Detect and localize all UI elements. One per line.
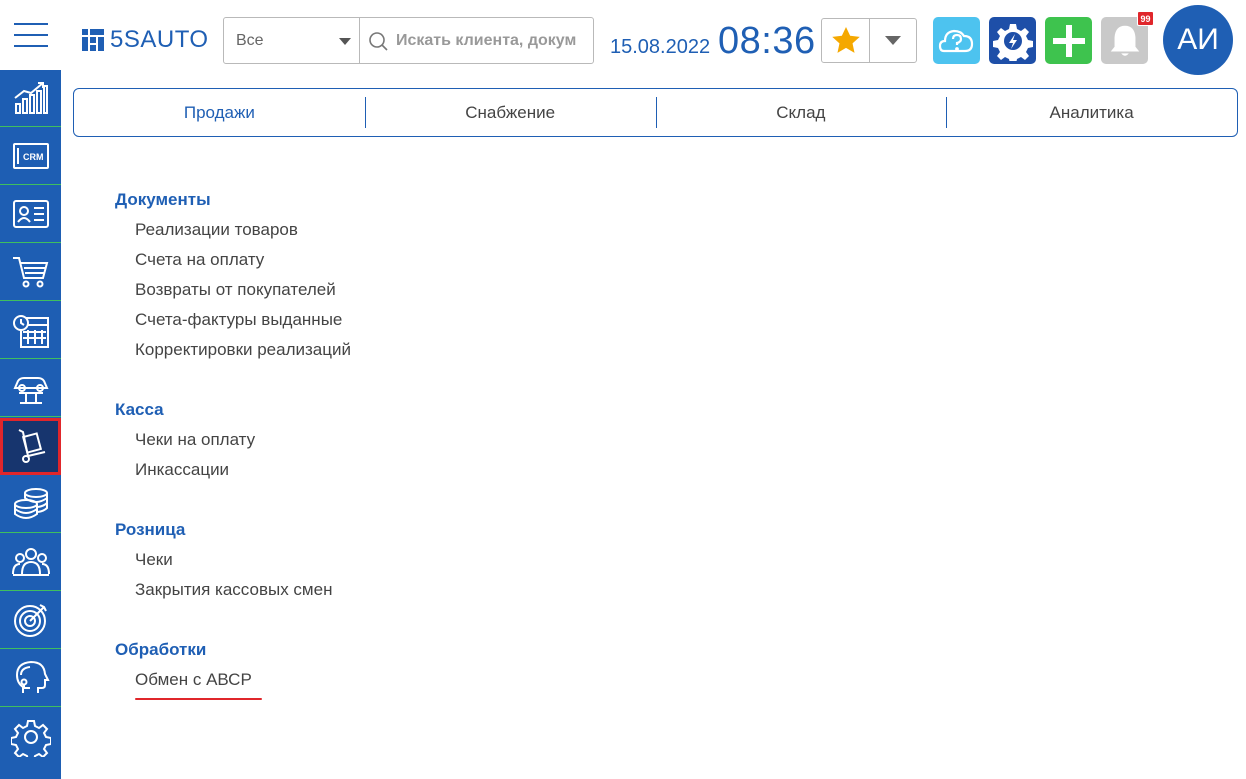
search-input[interactable] — [396, 31, 576, 50]
link-issued-invoices[interactable]: Счета-фактуры выданные — [115, 309, 715, 339]
hamburger-line — [13, 23, 48, 25]
current-date: 15.08.2022 — [610, 36, 711, 58]
sidebar-item-settings[interactable] — [0, 708, 61, 765]
tab-analytics[interactable]: Аналитика — [946, 89, 1237, 136]
settings-bolt-icon — [992, 23, 1033, 61]
section-processing: Обработки Обмен с АВСР — [115, 639, 715, 699]
sidebar-nav: CRM — [0, 70, 61, 779]
section-retail: Розница Чеки Закрытия кассовых смен — [115, 519, 715, 609]
tab-supply[interactable]: Снабжение — [364, 89, 656, 136]
current-time: 08:36 — [718, 20, 816, 62]
sidebar-item-staff[interactable] — [0, 534, 61, 591]
tab-sales[interactable]: Продажи — [74, 89, 365, 136]
search-icon — [369, 31, 388, 51]
link-payment-bills[interactable]: Счета на оплату — [115, 249, 715, 279]
shopping-cart-icon — [12, 257, 48, 288]
highlight-underline — [135, 698, 262, 700]
link-payment-receipts[interactable]: Чеки на оплату — [115, 429, 715, 459]
head-support-icon — [15, 660, 50, 693]
sidebar-item-crm[interactable]: CRM — [0, 128, 61, 185]
tab-warehouse[interactable]: Склад — [655, 89, 947, 136]
link-receipts[interactable]: Чеки — [115, 549, 715, 579]
hamburger-line — [13, 45, 48, 47]
sidebar-item-sales[interactable] — [0, 418, 61, 475]
svg-text:CRM: CRM — [23, 152, 44, 162]
search-field[interactable] — [360, 18, 593, 63]
user-avatar[interactable]: АИ — [1163, 5, 1233, 75]
link-cash-collections[interactable]: Инкассации — [115, 459, 715, 489]
help-cloud-icon — [938, 29, 973, 52]
search-bar: Все — [223, 17, 594, 64]
link-shift-closures[interactable]: Закрытия кассовых смен — [115, 579, 715, 609]
coins-stack-icon — [13, 488, 48, 519]
crm-icon: CRM — [12, 143, 49, 169]
logo-text: 5SAUTO — [110, 26, 209, 53]
sidebar-item-marketing[interactable] — [0, 592, 61, 649]
link-customer-returns[interactable]: Возвраты от покупателей — [115, 279, 715, 309]
sidebar-item-finance[interactable] — [0, 476, 61, 533]
bell-icon — [1110, 25, 1139, 56]
hamburger-line — [13, 34, 48, 36]
sidebar-item-contacts[interactable] — [0, 186, 61, 243]
app-logo[interactable]: 5SAUTO — [82, 26, 209, 53]
target-icon — [13, 604, 47, 637]
help-button[interactable] — [933, 17, 980, 64]
sidebar-item-analytics[interactable] — [0, 70, 61, 127]
link-sales-corrections[interactable]: Корректировки реализаций — [115, 339, 715, 369]
section-tabs: Продажи Снабжение Склад Аналитика — [73, 88, 1238, 137]
menu-toggle-button[interactable] — [0, 0, 61, 70]
section-title: Обработки — [115, 640, 207, 659]
gear-icon — [10, 719, 51, 757]
quick-settings-button[interactable] — [989, 17, 1036, 64]
sidebar-item-support[interactable] — [0, 650, 61, 707]
chevron-down-icon — [885, 36, 901, 45]
favorites-control — [821, 18, 917, 63]
sidebar-item-schedule[interactable] — [0, 302, 61, 359]
favorites-button[interactable] — [822, 19, 870, 62]
people-group-icon — [11, 548, 50, 576]
search-scope-select[interactable]: Все — [224, 18, 360, 63]
add-button[interactable] — [1045, 17, 1092, 64]
link-avsr-exchange[interactable]: Обмен с АВСР — [115, 669, 715, 699]
car-lift-icon — [12, 377, 49, 404]
search-scope-value: Все — [236, 31, 264, 49]
section-title: Касса — [115, 400, 164, 419]
section-title: Розница — [115, 520, 186, 539]
sidebar: CRM — [0, 0, 61, 779]
sidebar-item-service[interactable] — [0, 360, 61, 417]
link-sales-invoices[interactable]: Реализации товаров — [115, 219, 715, 249]
contact-card-icon — [12, 200, 49, 228]
section-documents: Документы Реализации товаров Счета на оп… — [115, 189, 715, 369]
plus-icon — [1052, 24, 1085, 57]
sidebar-item-purchases[interactable] — [0, 244, 61, 301]
star-icon — [831, 26, 860, 53]
section-cash: Касса Чеки на оплату Инкассации — [115, 399, 715, 489]
favorites-dropdown-button[interactable] — [870, 19, 916, 62]
section-title: Документы — [115, 190, 211, 209]
chart-growth-icon — [13, 82, 48, 114]
hand-truck-icon — [18, 429, 45, 463]
notifications-badge: 99 — [1137, 11, 1154, 26]
logo-mark-icon — [82, 29, 104, 51]
chevron-down-icon — [339, 38, 351, 45]
menu-content: Документы Реализации товаров Счета на оп… — [115, 189, 715, 729]
calendar-clock-icon — [12, 315, 49, 348]
